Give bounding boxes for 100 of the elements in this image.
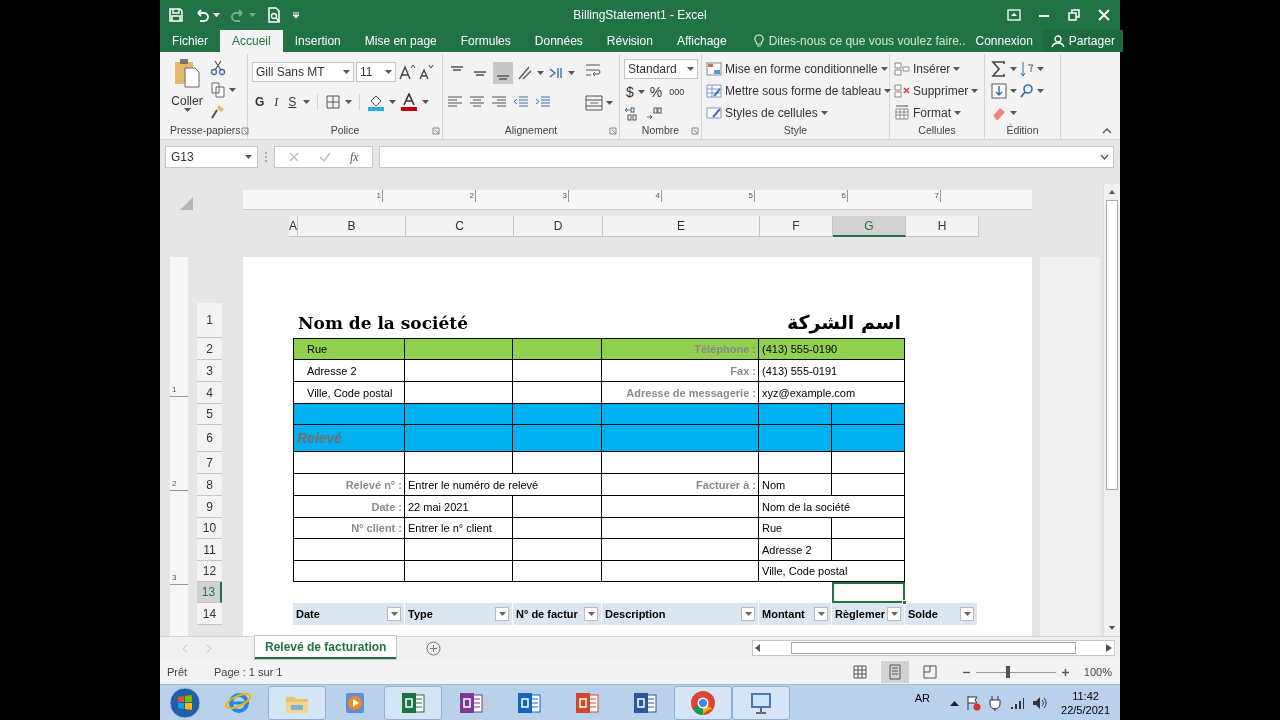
bold-button[interactable]: G <box>252 92 268 112</box>
undo-icon[interactable] <box>194 7 210 23</box>
grow-font-icon[interactable] <box>398 63 416 81</box>
cells-menu-button[interactable]: Format <box>894 103 979 123</box>
dialog-launcher-icon[interactable] <box>691 127 699 135</box>
font-size-dropdown[interactable]: 11 <box>356 62 396 82</box>
horizontal-scrollbar[interactable] <box>752 640 1115 656</box>
thousands-button[interactable]: 000 <box>667 85 687 100</box>
show-hidden-icons-icon[interactable] <box>950 699 960 706</box>
print-preview-icon[interactable] <box>266 7 282 23</box>
expand-icon[interactable] <box>1100 154 1109 160</box>
caret-icon[interactable] <box>687 66 694 72</box>
caret-icon[interactable] <box>389 99 397 105</box>
italic-button[interactable]: I <box>271 92 282 112</box>
start-button[interactable] <box>169 686 201 719</box>
clock-date[interactable]: 22/5/2021 <box>1061 702 1110 717</box>
caret-icon[interactable] <box>953 66 961 72</box>
shrink-font-icon[interactable] <box>418 63 434 81</box>
caret-icon[interactable] <box>884 88 892 94</box>
share-button[interactable]: Partager <box>1042 30 1123 52</box>
search-icon[interactable] <box>1020 83 1034 99</box>
caret-icon[interactable] <box>183 108 191 113</box>
style-menu-button[interactable]: Mise en forme conditionnelle <box>706 59 892 79</box>
row-header[interactable]: 4 <box>197 382 222 404</box>
row-header[interactable]: 9 <box>197 496 222 518</box>
number-format-dropdown[interactable]: Standard <box>624 59 698 79</box>
row-header[interactable]: 8 <box>197 474 222 496</box>
collapse-ribbon-icon[interactable] <box>1102 127 1112 135</box>
ribbon-tab[interactable]: Mise en page <box>352 30 449 52</box>
font-name-dropdown[interactable]: Gill Sans MT <box>252 62 354 82</box>
row-header[interactable]: 6 <box>197 425 222 452</box>
ribbon-tab[interactable]: Affichage <box>664 30 739 52</box>
ribbon-tab[interactable]: Insertion <box>282 30 353 52</box>
close-icon[interactable] <box>1096 7 1112 23</box>
ribbon-tab[interactable]: Fichier <box>160 30 220 52</box>
font-color-icon[interactable] <box>400 93 419 111</box>
caret-icon[interactable] <box>345 99 353 105</box>
insert-cells-icon[interactable] <box>894 61 910 77</box>
paste-button[interactable]: Coller <box>171 94 203 108</box>
tell-me-field[interactable]: Dites-nous ce que vous voulez faire.. <box>738 30 966 52</box>
caret-icon[interactable] <box>568 70 575 76</box>
caret-icon[interactable] <box>1037 88 1044 94</box>
sign-in-link[interactable]: Connexion <box>965 30 1043 52</box>
dialog-launcher-icon[interactable] <box>432 127 440 135</box>
caret-icon[interactable] <box>820 110 828 116</box>
column-header[interactable]: F <box>760 216 833 237</box>
formula-input[interactable] <box>379 146 1114 168</box>
ribbon-tab[interactable]: Formules <box>448 30 523 52</box>
sheet-tab[interactable]: Relevé de facturation <box>255 636 397 659</box>
language-indicator[interactable]: AR <box>914 690 931 707</box>
power-plug-icon[interactable] <box>987 694 1004 711</box>
row-header[interactable]: 5 <box>197 404 222 425</box>
caret-icon[interactable] <box>343 69 350 75</box>
borders-icon[interactable] <box>325 94 342 110</box>
column-header[interactable]: C <box>406 216 514 237</box>
caret-icon[interactable] <box>385 69 392 75</box>
cells-menu-button[interactable]: Insérer <box>894 59 979 79</box>
column-header[interactable]: H <box>906 216 979 237</box>
page-layout-icon[interactable] <box>880 661 909 683</box>
caret-icon[interactable] <box>971 88 979 94</box>
row-header[interactable]: 2 <box>197 338 222 360</box>
column-header[interactable]: D <box>514 216 603 237</box>
increase-decimal-icon[interactable] <box>624 106 640 122</box>
save-icon[interactable] <box>168 7 184 23</box>
cells-menu-button[interactable]: Supprimer <box>894 81 979 101</box>
add-sheet-icon[interactable] <box>426 640 442 656</box>
caret-icon[interactable] <box>637 90 645 95</box>
scroll-right-icon[interactable] <box>1106 644 1112 652</box>
filter-button[interactable] <box>887 607 901 621</box>
person-icon[interactable] <box>1050 34 1065 48</box>
currency-button[interactable]: $ <box>624 82 636 103</box>
fill-down-icon[interactable] <box>991 83 1007 99</box>
filter-button[interactable] <box>495 607 509 621</box>
percent-button[interactable]: % <box>646 82 666 103</box>
restore-icon[interactable] <box>1066 7 1082 23</box>
row-header[interactable]: 1 <box>197 303 222 338</box>
zoom-in-icon[interactable] <box>1060 667 1070 677</box>
dialog-launcher-icon[interactable] <box>240 127 249 135</box>
dialog-launcher-icon[interactable] <box>609 127 617 135</box>
scissors-icon[interactable] <box>210 60 226 76</box>
ribbon-tab[interactable]: Accueil <box>220 30 283 52</box>
copy-icon[interactable] <box>210 82 226 98</box>
table-format-icon[interactable] <box>706 83 722 99</box>
caret-icon[interactable] <box>954 110 961 116</box>
underline-button[interactable]: S <box>285 92 300 112</box>
filter-button[interactable] <box>814 607 828 621</box>
name-box[interactable]: G13 <box>165 146 258 168</box>
vertical-align-button[interactable] <box>493 62 513 84</box>
row-header[interactable]: 10 <box>197 518 222 539</box>
caret-icon[interactable] <box>1010 110 1017 116</box>
delete-cells-icon[interactable] <box>894 83 910 99</box>
flag-icon[interactable] <box>965 694 982 711</box>
caret-icon[interactable] <box>1010 66 1017 72</box>
customize-icon[interactable] <box>292 11 300 19</box>
caret-icon[interactable] <box>229 87 236 93</box>
chrome-icon[interactable] <box>689 688 717 717</box>
filter-button[interactable] <box>584 607 598 621</box>
ribbon-display-icon[interactable] <box>1006 7 1022 23</box>
format-painter-icon[interactable] <box>210 104 226 120</box>
sort-filter-icon[interactable] <box>1020 61 1034 77</box>
